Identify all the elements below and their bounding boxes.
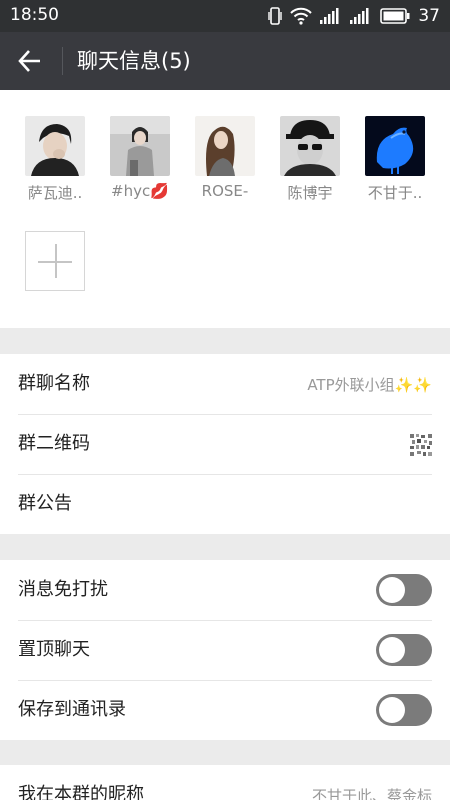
member-item[interactable]: 不甘于.. <box>353 116 437 203</box>
app-bar: 聊天信息(5) <box>0 32 450 90</box>
avatar <box>110 116 170 176</box>
appbar-divider <box>62 47 63 75</box>
member-name: 不甘于.. <box>367 184 423 202</box>
save-contacts-row: 保存到通讯录 <box>0 680 450 740</box>
member-grid: 萨瓦迪.. #hyc💋 ROSE- 陈博宇 不甘于.. <box>0 90 450 328</box>
battery-icon <box>380 8 410 24</box>
member-name: 萨瓦迪.. <box>27 184 83 202</box>
signal-icon-2 <box>350 8 369 24</box>
qr-code-icon <box>410 434 432 456</box>
group-qrcode-row[interactable]: 群二维码 <box>0 414 450 474</box>
group-notice-label: 群公告 <box>18 493 72 514</box>
group-name-value: ATP外联小组✨✨ <box>307 376 432 394</box>
toggle-knob <box>379 577 405 603</box>
battery-level: 37 <box>418 6 440 26</box>
pin-label: 置顶聊天 <box>18 639 90 660</box>
pin-toggle[interactable] <box>376 634 432 666</box>
pin-row: 置顶聊天 <box>0 620 450 680</box>
group-name-label: 群聊名称 <box>18 373 90 394</box>
member-item[interactable]: 陈博宇 <box>268 116 352 203</box>
member-item[interactable]: ROSE- <box>183 116 267 200</box>
group-notice-row[interactable]: 群公告 <box>0 474 450 534</box>
member-item[interactable]: #hyc💋 <box>98 116 182 200</box>
member-name: 陈博宇 <box>287 184 333 202</box>
mute-toggle[interactable] <box>376 574 432 606</box>
my-nickname-row[interactable]: 我在本群的昵称 不甘于此、蔡金标 <box>0 765 450 800</box>
my-nickname-label: 我在本群的昵称 <box>18 784 144 800</box>
group-name-row[interactable]: 群聊名称 ATP外联小组✨✨ <box>0 354 450 414</box>
member-item[interactable]: 萨瓦迪.. <box>13 116 97 203</box>
group-info-section: 群聊名称 ATP外联小组✨✨ 群二维码 群公告 <box>0 354 450 534</box>
avatar <box>195 116 255 176</box>
page-title: 聊天信息(5) <box>77 49 191 73</box>
avatar <box>365 116 425 176</box>
vibrate-icon <box>268 7 283 25</box>
signal-icon <box>320 8 339 24</box>
wifi-icon <box>290 7 313 25</box>
my-nickname-value: 不甘于此、蔡金标 <box>311 787 432 800</box>
status-icons: 37 <box>268 5 440 27</box>
toggle-knob <box>379 637 405 663</box>
status-bar: 18:50 37 <box>0 0 450 32</box>
nickname-section: 我在本群的昵称 不甘于此、蔡金标 <box>0 765 450 800</box>
avatar <box>280 116 340 176</box>
toggle-knob <box>379 697 405 723</box>
mute-row: 消息免打扰 <box>0 560 450 620</box>
group-qrcode-label: 群二维码 <box>18 433 90 454</box>
avatar <box>25 116 85 176</box>
status-time: 18:50 <box>10 5 59 25</box>
chat-settings-section: 消息免打扰 置顶聊天 保存到通讯录 <box>0 560 450 740</box>
member-name: ROSE- <box>201 182 249 200</box>
add-member-button[interactable] <box>25 231 85 291</box>
save-contacts-label: 保存到通讯录 <box>18 699 126 720</box>
back-arrow-icon[interactable] <box>14 46 46 76</box>
member-name: #hyc💋 <box>111 182 169 200</box>
save-contacts-toggle[interactable] <box>376 694 432 726</box>
mute-label: 消息免打扰 <box>18 579 108 600</box>
